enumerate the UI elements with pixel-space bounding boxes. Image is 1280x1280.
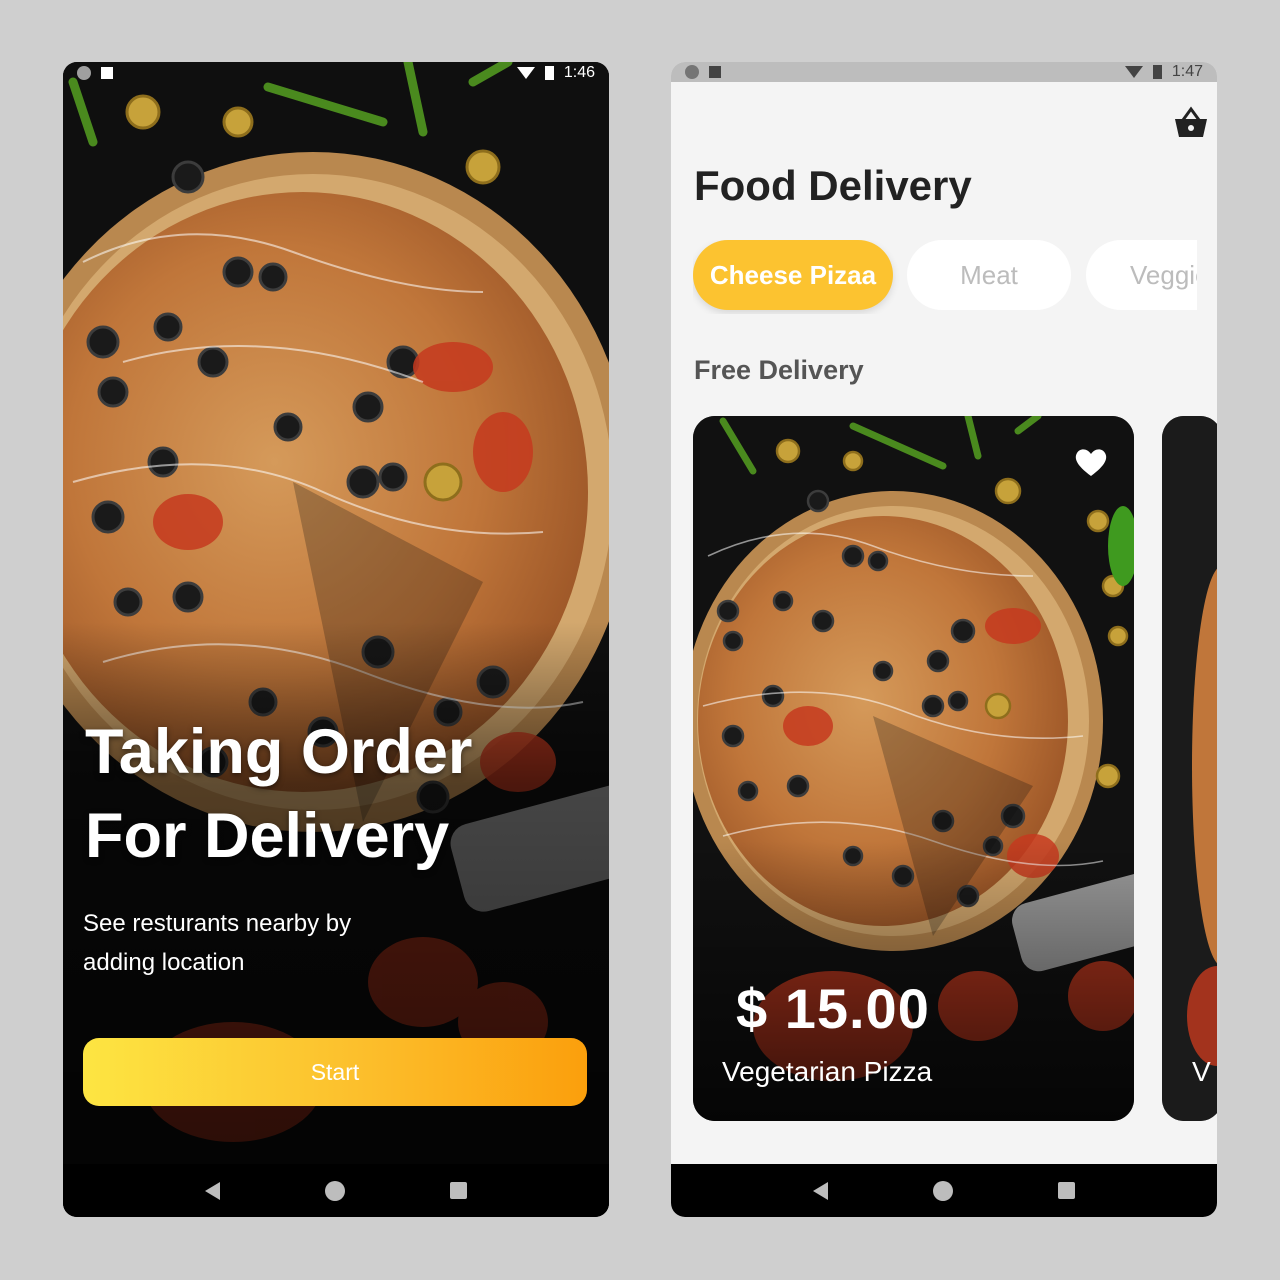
section-title: Free Delivery [694, 355, 864, 385]
food-name: Vegetarian Pizza [722, 1056, 933, 1087]
headline: Taking Order For Delivery [85, 710, 545, 878]
battery-icon [1152, 65, 1162, 79]
wifi-icon [516, 67, 535, 79]
price: $ 15.00 [736, 977, 930, 1040]
food-card[interactable]: $ 15.00 Vegetarian Pizza [693, 416, 1134, 1121]
system-nav-bar [671, 1164, 1217, 1217]
recents-icon[interactable] [449, 1182, 467, 1199]
back-icon[interactable] [813, 1181, 829, 1200]
subtext: See resturants nearby by adding location [83, 904, 413, 982]
wifi-icon [1124, 66, 1143, 78]
headline-line-2: For Delivery [85, 801, 450, 871]
chip-veggie[interactable]: Veggie [1086, 240, 1197, 310]
subtext-line-1: See resturants nearby by [83, 910, 352, 937]
chip-meat[interactable]: Meat [907, 240, 1071, 310]
status-time: 1:47 [1171, 63, 1203, 80]
notification-icon [77, 66, 91, 80]
headline-line-1: Taking Order [85, 717, 473, 787]
food-card-peek[interactable]: V [1162, 416, 1217, 1121]
heart-icon[interactable] [1074, 446, 1108, 478]
welcome-screen: 1:46 Taking Order For Delivery See restu… [63, 62, 609, 1217]
recents-icon[interactable] [1057, 1182, 1075, 1199]
notification-icon [685, 65, 699, 79]
sd-card-icon [709, 66, 721, 78]
chip-cheese-pizza[interactable]: Cheese Pizaa [693, 240, 893, 310]
pizza-image [1162, 416, 1217, 1121]
start-button[interactable]: Start [83, 1038, 587, 1106]
subtext-line-2: adding location [83, 949, 245, 976]
basket-icon[interactable] [1173, 106, 1209, 140]
system-nav-bar [63, 1164, 609, 1217]
home-screen: 1:47 Food Delivery Cheese Pizaa Meat Veg… [671, 62, 1217, 1217]
home-icon[interactable] [324, 1180, 345, 1201]
category-chips: Cheese Pizaa Meat Veggie [693, 240, 1197, 314]
status-time: 1:46 [563, 64, 595, 81]
peek-card-label: V [1192, 1056, 1211, 1087]
status-bar: 1:47 [671, 62, 1217, 82]
page-title: Food Delivery [694, 162, 972, 209]
status-bar: 1:46 [63, 62, 609, 84]
back-icon[interactable] [205, 1181, 221, 1200]
battery-icon [544, 66, 554, 80]
home-icon[interactable] [932, 1180, 953, 1201]
sd-card-icon [101, 67, 113, 79]
